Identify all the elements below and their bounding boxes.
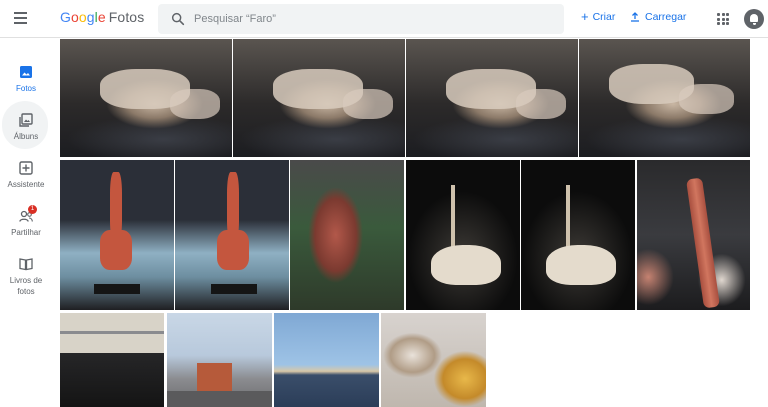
photo-thumbnail[interactable] — [406, 39, 578, 157]
photo-thumbnail[interactable] — [175, 160, 289, 310]
photo-thumbnail[interactable] — [233, 39, 405, 157]
photo-thumbnail[interactable] — [60, 160, 174, 310]
photo-thumbnail[interactable] — [381, 313, 486, 407]
photo-thumbnail[interactable] — [60, 39, 232, 157]
create-button[interactable]: + Criar — [581, 9, 615, 24]
notification-badge: 1 — [28, 205, 37, 214]
photo-thumbnail[interactable] — [579, 39, 750, 157]
photo-thumbnail[interactable] — [60, 313, 164, 407]
top-bar: GoogleFotos + Criar Carregar — [0, 0, 768, 38]
search-input[interactable] — [194, 4, 554, 34]
search-bar[interactable] — [158, 4, 564, 34]
sidebar-nav: Fotos Álbuns Assistente 1 Partilhar Livr… — [0, 39, 52, 407]
upload-icon — [631, 12, 639, 22]
sidebar-item-fotos[interactable]: Fotos — [0, 65, 52, 94]
album-icon — [19, 113, 33, 127]
notifications-bell-icon[interactable] — [744, 9, 764, 29]
photobook-icon — [19, 258, 33, 271]
upload-button[interactable]: Carregar — [630, 11, 686, 23]
sidebar-item-assistente[interactable]: Assistente — [0, 161, 52, 190]
google-photos-logo[interactable]: Google Fotos — [60, 9, 144, 25]
apps-grid-icon[interactable] — [717, 13, 729, 25]
photo-icon — [20, 66, 32, 78]
photo-thumbnail[interactable] — [521, 160, 635, 310]
assistant-icon — [19, 161, 33, 175]
sharing-icon: 1 — [19, 205, 37, 223]
photo-thumbnail[interactable] — [167, 313, 272, 407]
photo-thumbnail[interactable] — [274, 313, 379, 407]
hamburger-menu-icon[interactable] — [14, 11, 30, 25]
photo-thumbnail[interactable] — [406, 160, 520, 310]
sidebar-item-livros-de-fotos[interactable]: Livros de fotos — [0, 257, 52, 297]
search-icon[interactable] — [170, 11, 186, 27]
sidebar-item-partilhar[interactable]: 1 Partilhar — [0, 205, 52, 238]
product-name: Fotos — [108, 9, 145, 25]
photo-thumbnail[interactable] — [637, 160, 750, 310]
sidebar-item-albuns[interactable]: Álbuns — [0, 113, 52, 142]
photo-thumbnail[interactable] — [290, 160, 404, 310]
plus-icon: + — [581, 9, 589, 24]
